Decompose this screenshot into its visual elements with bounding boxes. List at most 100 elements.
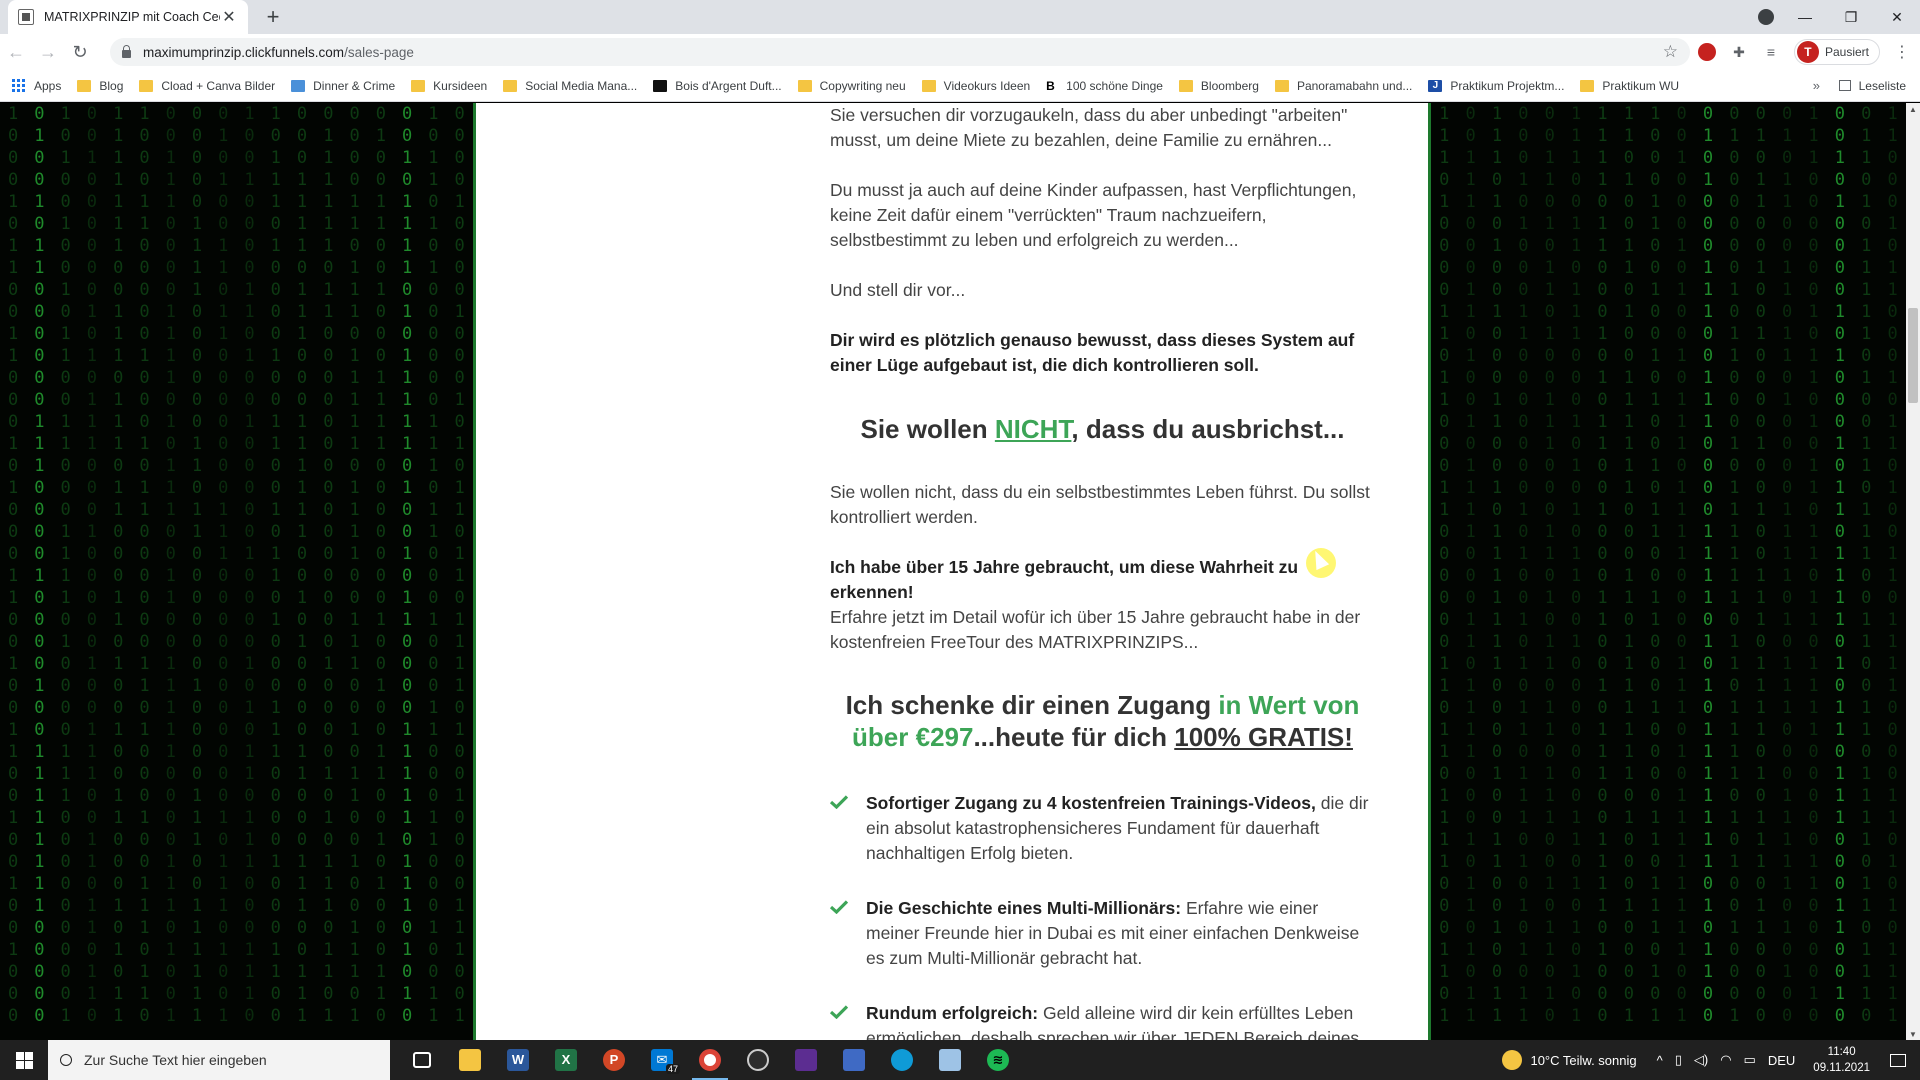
bookmark-item[interactable]: Cload + Canva Bilder: [139, 79, 275, 93]
file-explorer-icon[interactable]: [446, 1040, 494, 1080]
matrix-digit-column: 1001000011010010000010000101011011100011…: [244, 104, 255, 1026]
task-view-icon[interactable]: [398, 1040, 446, 1080]
matrix-digit-column: 0101100110110100001111010111000111110101…: [1781, 104, 1793, 1026]
folder-icon: [411, 79, 426, 92]
matrix-digit-column: 1000101100110001010001100100110010010010…: [8, 104, 19, 1026]
bookmark-item[interactable]: J Praktikum Projektm...: [1428, 79, 1564, 93]
matrix-digit-column: 0011100011010010111100011011110001011010…: [1465, 104, 1476, 1026]
system-tray: 10°C Teilw. sonnig ^ ▯ ◁) ◠ ▭ DEU 11:40 …: [1502, 1040, 1920, 1080]
page-scrollbar[interactable]: ▲ ▼: [1906, 103, 1920, 1041]
more-bookmarks-icon[interactable]: »: [1813, 78, 1820, 93]
window-controls: — ❐ ✕: [1782, 0, 1920, 34]
menu-kebab-icon[interactable]: ⋮: [1894, 42, 1910, 62]
bookmark-item[interactable]: Social Media Mana...: [503, 79, 637, 93]
scroll-thumb[interactable]: [1908, 308, 1918, 403]
close-window-icon[interactable]: ✕: [1874, 9, 1920, 26]
matrix-digit-column: 0000011110000001101100000010000111001111…: [191, 104, 203, 1026]
weather-icon[interactable]: [1502, 1050, 1523, 1070]
folder-icon: [921, 79, 936, 92]
usb-icon[interactable]: ▯: [1675, 1052, 1682, 1068]
word-icon[interactable]: W: [494, 1040, 542, 1080]
bookmark-item[interactable]: Videokurs Ideen: [921, 79, 1030, 93]
keyboard-icon[interactable]: ▭: [1744, 1052, 1756, 1068]
reload-icon[interactable]: ↻: [64, 42, 96, 63]
extensions-puzzle-icon[interactable]: ✚: [1730, 43, 1748, 61]
matrix-digit-column: 0101001101100000001110000000000010111010…: [218, 104, 229, 1026]
bookmark-item[interactable]: Copywriting neu: [797, 79, 906, 93]
browser-toolbar: ← → ↻ maximumprinzip.clickfunnels.com/sa…: [0, 34, 1920, 70]
profile-button[interactable]: T Pausiert: [1793, 39, 1880, 65]
bookmark-item[interactable]: B 100 schöne Dinge: [1046, 79, 1163, 93]
matrix-background-right: 1110100001101100011000000110110111100011…: [1431, 103, 1906, 1041]
notepad-icon[interactable]: [926, 1040, 974, 1080]
bookmark-item[interactable]: Panoramabahn und...: [1274, 79, 1412, 93]
matrix-digit-column: 0000100001000101011011011110100100001110…: [454, 104, 465, 1026]
bookmark-item[interactable]: Praktikum WU: [1580, 79, 1679, 93]
matrix-background-left: 1000101100110001010001100100110010010010…: [0, 103, 473, 1041]
bookmark-item[interactable]: Bois d'Argent Duft...: [653, 79, 782, 93]
matrix-digit-column: 1110011011100010101011001000000011010101…: [1570, 104, 1582, 1026]
bookmark-item[interactable]: Dinner & Crime: [291, 79, 395, 93]
tab-search-icon[interactable]: [1758, 9, 1774, 25]
mail-icon[interactable]: ✉ 47: [638, 1040, 686, 1080]
minimize-icon[interactable]: —: [1782, 9, 1828, 25]
app-icon[interactable]: [782, 1040, 830, 1080]
bookmark-apps[interactable]: Apps: [12, 78, 61, 93]
list-item: Rundum erfolgreich: Geld alleine wird di…: [830, 1001, 1375, 1041]
taskbar-search-input[interactable]: Zur Suche Text hier eingeben: [48, 1040, 390, 1080]
media-control-icon[interactable]: ≡: [1762, 43, 1780, 61]
profile-status: Pausiert: [1824, 45, 1869, 59]
matrix-digit-column: 1110000001011010110110110111100000110000…: [1808, 104, 1819, 1026]
matrix-digit-column: 0101100100100001001001110111101011101100…: [1755, 104, 1766, 1026]
browser-tab[interactable]: MATRIXPRINZIP mit Coach Cecil ✕: [8, 0, 248, 34]
bookmark-item[interactable]: Blog: [77, 79, 123, 93]
language-indicator[interactable]: DEU: [1768, 1053, 1795, 1068]
lock-icon[interactable]: [122, 45, 131, 58]
restore-icon[interactable]: ❐: [1828, 9, 1874, 26]
scroll-down-icon[interactable]: ▼: [1909, 1030, 1917, 1039]
taskbar-apps: W X P ✉ 47 ≋: [398, 1040, 1022, 1080]
matrix-digit-column: 0101000111001110000111101010111111101011…: [1702, 104, 1714, 1026]
matrix-digit-column: 0001111011100011111100101000011000111001…: [296, 104, 308, 1026]
powerpoint-icon[interactable]: P: [590, 1040, 638, 1080]
chevron-up-icon[interactable]: ^: [1657, 1053, 1663, 1068]
matrix-digit-column: 1100010110001011010011011110000110101011…: [1887, 104, 1898, 1026]
edge-icon[interactable]: [878, 1040, 926, 1080]
app-icon[interactable]: [830, 1040, 878, 1080]
excel-icon[interactable]: X: [542, 1040, 590, 1080]
obs-icon[interactable]: [734, 1040, 782, 1080]
matrix-digit-column: 1000110000010001011000000110100010011101…: [139, 104, 150, 1026]
paragraph: Sie versuchen dir vorzugaukeln, dass du …: [830, 105, 1348, 150]
matrix-digit-column: 1110100001101100011000000110110111100011…: [1439, 104, 1450, 1026]
wifi-icon[interactable]: ◠: [1720, 1052, 1731, 1068]
bookmarks-bar: Apps Blog Cload + Canva Bilder Dinner & …: [0, 70, 1920, 102]
matrix-digit-column: 1101001101001111110001101111111010001000…: [1623, 104, 1634, 1026]
bookmark-item[interactable]: Bloomberg: [1178, 79, 1259, 93]
back-icon[interactable]: ←: [0, 42, 32, 63]
reading-list-button[interactable]: Leseliste: [1838, 79, 1906, 93]
bookmark-item[interactable]: Kursideen: [411, 79, 487, 93]
forward-icon[interactable]: →: [32, 42, 64, 63]
address-bar[interactable]: maximumprinzip.clickfunnels.com/sales-pa…: [110, 38, 1690, 66]
weather-text[interactable]: 10°C Teilw. sonnig: [1530, 1053, 1636, 1068]
chrome-icon[interactable]: [686, 1040, 734, 1080]
headline-emphasis: NICHT: [994, 414, 1072, 444]
mail-badge: 47: [665, 1064, 680, 1074]
search-placeholder: Zur Suche Text hier eingeben: [84, 1052, 267, 1068]
spotify-icon[interactable]: ≋: [974, 1040, 1022, 1080]
volume-icon[interactable]: ◁): [1694, 1052, 1708, 1068]
clock[interactable]: 11:40 09.11.2021: [1813, 1044, 1870, 1076]
scroll-up-icon[interactable]: ▲: [1909, 105, 1917, 114]
avatar: T: [1796, 41, 1819, 63]
tab-close-icon[interactable]: ✕: [220, 7, 238, 27]
paragraph: Sie wollen nicht, dass du ein selbstbest…: [830, 482, 1370, 527]
windows-start-icon[interactable]: [0, 1040, 48, 1080]
new-tab-plus-icon[interactable]: +: [260, 4, 286, 30]
extension-icon[interactable]: [1697, 43, 1716, 61]
matrix-digit-column: 0010001010010111011110000111010111111110…: [1676, 104, 1687, 1026]
notification-icon[interactable]: [1890, 1053, 1906, 1067]
matrix-digit-column: 1111011000101011001000110010111001111010…: [1597, 104, 1608, 1026]
bookmark-star-icon[interactable]: ☆: [1663, 42, 1678, 62]
matrix-digit-column: 0011010110100111000110101101101110010110…: [1544, 104, 1555, 1026]
matrix-digit-column: 0100101100000011100001000010011111111000…: [34, 104, 45, 1026]
